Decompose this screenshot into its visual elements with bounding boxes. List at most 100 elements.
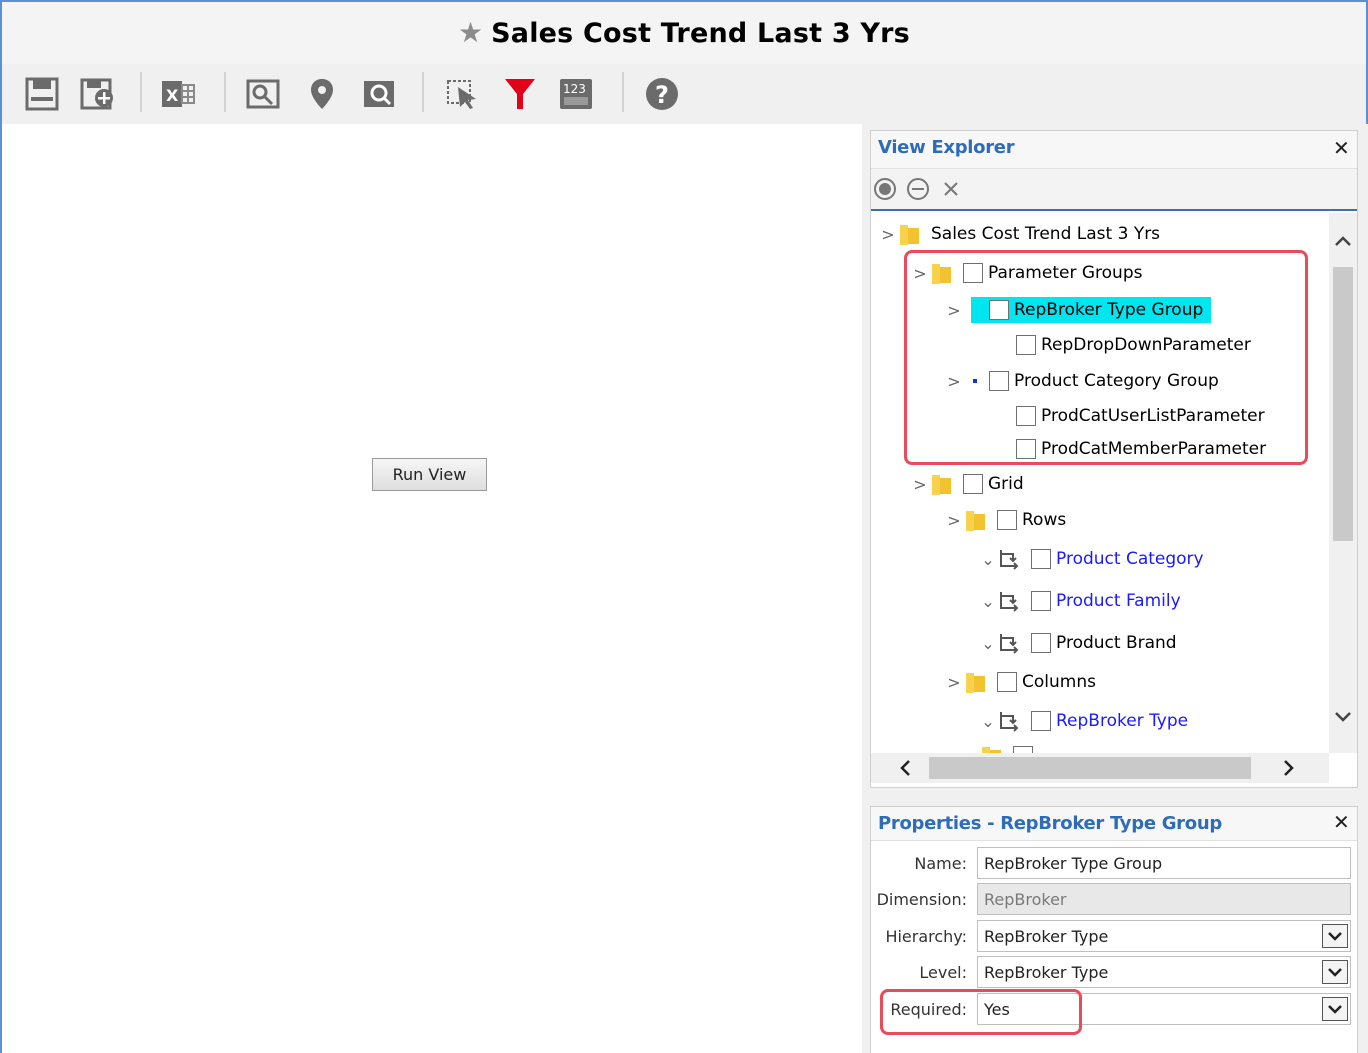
select-cursor-icon[interactable] — [444, 74, 484, 114]
export-excel-icon[interactable]: X — [158, 74, 198, 114]
tree-node-repbroker-type[interactable]: ⌄ RepBroker Type — [979, 706, 1188, 736]
prodcat-member-parameter-checkbox[interactable] — [1016, 439, 1036, 459]
scroll-up-icon[interactable] — [1334, 229, 1352, 251]
chevron-right-icon[interactable]: > — [879, 225, 897, 244]
parameter-groups-checkbox[interactable] — [963, 263, 983, 283]
folder-icon — [900, 225, 919, 245]
product-category-group-checkbox[interactable] — [989, 371, 1009, 391]
horizontal-scroll-thumb[interactable] — [929, 757, 1251, 779]
filter-icon[interactable] — [500, 74, 540, 114]
folder-icon — [932, 475, 951, 495]
chevron-down-icon[interactable]: ⌄ — [979, 592, 997, 611]
tree-node-prodcat-userlist-parameter[interactable]: ProdCatUserListParameter — [1016, 401, 1265, 431]
remove-icon[interactable] — [939, 177, 963, 201]
vertical-scroll-thumb[interactable] — [1333, 267, 1353, 541]
location-pin-icon[interactable] — [302, 74, 342, 114]
partial-node-checkbox[interactable] — [1013, 746, 1033, 753]
folder-icon — [932, 264, 951, 284]
tree-label-grid: Grid — [988, 474, 1024, 494]
chevron-right-icon[interactable]: > — [945, 673, 963, 692]
chevron-right-icon[interactable]: > — [911, 475, 929, 494]
columns-checkbox[interactable] — [997, 672, 1017, 692]
repbroker-type-checkbox[interactable] — [1031, 711, 1051, 731]
numeric-format-icon[interactable]: 123 — [556, 74, 596, 114]
tree-node-grid[interactable]: > Grid — [911, 469, 1024, 499]
tree-node-prodcat-member-parameter[interactable]: ProdCatMemberParameter — [1016, 434, 1266, 464]
toolbar-separator — [622, 72, 624, 112]
favorite-star-icon[interactable]: ★ — [458, 19, 483, 47]
scroll-left-icon[interactable] — [899, 759, 911, 781]
folder-icon — [966, 673, 985, 693]
level-select[interactable]: RepBroker Type — [977, 956, 1351, 988]
name-label: Name: — [914, 854, 967, 873]
tree-label-product-brand: Product Brand — [1056, 633, 1177, 653]
product-family-checkbox[interactable] — [1031, 591, 1051, 611]
tree-label-product-category: Product Category — [1056, 549, 1204, 569]
chevron-right-icon[interactable]: > — [911, 264, 929, 283]
chevron-down-icon[interactable]: ⌄ — [979, 634, 997, 653]
view-explorer-close-icon[interactable]: ✕ — [1333, 139, 1350, 159]
hierarchy-icon — [1000, 712, 1019, 732]
tree-node-product-category[interactable]: ⌄ Product Category — [979, 544, 1204, 574]
parameter-dot-icon — [973, 379, 977, 383]
collapse-icon[interactable] — [906, 177, 930, 201]
chevron-right-icon[interactable]: > — [945, 511, 963, 530]
tree-node-rows[interactable]: > Rows — [945, 505, 1066, 535]
tree-node-rep-dropdown-parameter[interactable]: RepDropDownParameter — [1016, 330, 1251, 360]
tree-label-parameter-groups: Parameter Groups — [988, 263, 1143, 283]
hierarchy-icon — [1000, 592, 1019, 612]
tree-label-repbroker-type: RepBroker Type — [1056, 711, 1189, 731]
chevron-down-icon[interactable] — [1322, 960, 1348, 984]
scroll-right-icon[interactable] — [1283, 759, 1295, 781]
hierarchy-label: Hierarchy: — [885, 927, 967, 946]
tree-node-repbroker-type-group[interactable]: > RepBroker Type Group — [945, 295, 1212, 325]
svg-text:?: ? — [655, 81, 669, 109]
tree-label-prodcat-userlist-parameter: ProdCatUserListParameter — [1041, 406, 1265, 426]
chevron-down-icon[interactable]: ⌄ — [979, 712, 997, 731]
scroll-down-icon[interactable] — [1334, 705, 1352, 727]
tree-node-partial[interactable] — [979, 741, 1038, 753]
chevron-right-icon[interactable]: > — [945, 372, 963, 391]
required-select[interactable]: Yes — [977, 993, 1351, 1025]
dimension-field: RepBroker — [977, 883, 1351, 915]
name-field[interactable]: RepBroker Type Group — [977, 847, 1351, 879]
zoom-icon[interactable] — [244, 74, 284, 114]
tree-vertical-scrollbar[interactable] — [1329, 213, 1357, 753]
tree-node-product-category-group[interactable]: > Product Category Group — [945, 366, 1219, 396]
properties-close-icon[interactable]: ✕ — [1333, 813, 1350, 833]
repbroker-type-group-checkbox[interactable] — [989, 300, 1009, 320]
tree-label-rep-dropdown-parameter: RepDropDownParameter — [1041, 335, 1251, 355]
property-row-level: Level: RepBroker Type — [871, 954, 1357, 990]
tree-label-product-category-group: Product Category Group — [1014, 371, 1219, 391]
preview-icon[interactable] — [360, 74, 400, 114]
tree-node-root[interactable]: > Sales Cost Trend Last 3 Yrs — [879, 219, 1160, 249]
tree-node-parameter-groups[interactable]: > Parameter Groups — [911, 258, 1142, 288]
tree-node-product-family[interactable]: ⌄ Product Family — [979, 586, 1181, 616]
folder-icon — [982, 747, 1001, 753]
select-all-icon[interactable] — [873, 177, 897, 201]
view-title: Sales Cost Trend Last 3 Yrs — [491, 17, 910, 49]
tree-node-product-brand[interactable]: ⌄ Product Brand — [979, 628, 1177, 658]
chevron-down-icon[interactable] — [1322, 997, 1348, 1021]
selected-node-highlight: RepBroker Type Group — [971, 297, 1212, 323]
help-icon[interactable]: ? — [642, 74, 682, 114]
tree-horizontal-scrollbar[interactable] — [871, 753, 1329, 783]
product-category-checkbox[interactable] — [1031, 549, 1051, 569]
save-icon[interactable] — [22, 74, 62, 114]
product-brand-checkbox[interactable] — [1031, 633, 1051, 653]
chevron-right-icon[interactable]: > — [945, 301, 963, 320]
hierarchy-select-value: RepBroker Type — [984, 927, 1109, 946]
prodcat-userlist-parameter-checkbox[interactable] — [1016, 406, 1036, 426]
properties-panel: Properties - RepBroker Type Group ✕ Name… — [870, 806, 1358, 1053]
chevron-down-icon[interactable]: ⌄ — [979, 550, 997, 569]
property-row-name: Name: RepBroker Type Group — [871, 845, 1357, 881]
chevron-down-icon[interactable] — [1322, 924, 1348, 948]
rep-dropdown-parameter-checkbox[interactable] — [1016, 335, 1036, 355]
save-as-icon[interactable] — [78, 74, 118, 114]
grid-checkbox[interactable] — [963, 474, 983, 494]
svg-text:X: X — [166, 86, 179, 105]
rows-checkbox[interactable] — [997, 510, 1017, 530]
tree-node-columns[interactable]: > Columns — [945, 667, 1096, 697]
hierarchy-select[interactable]: RepBroker Type — [977, 920, 1351, 952]
run-view-button[interactable]: Run View — [372, 458, 487, 491]
